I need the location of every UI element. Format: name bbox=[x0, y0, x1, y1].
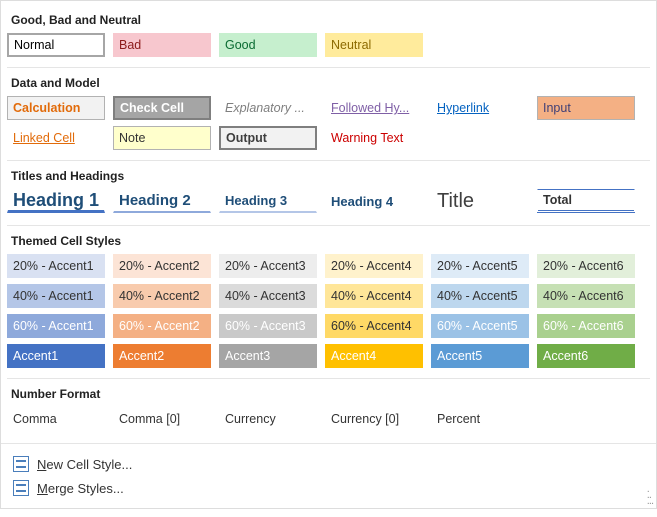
style-check-cell[interactable]: Check Cell bbox=[113, 96, 211, 120]
style-60-accent6[interactable]: 60% - Accent6 bbox=[537, 314, 635, 338]
style-comma-0[interactable]: Comma [0] bbox=[113, 407, 211, 431]
section-title-themed: Themed Cell Styles bbox=[7, 226, 650, 254]
row-themed-60: 60% - Accent1 60% - Accent2 60% - Accent… bbox=[7, 314, 650, 344]
style-accent4[interactable]: Accent4 bbox=[325, 344, 423, 368]
style-followed-hyperlink[interactable]: Followed Hy... bbox=[325, 96, 423, 120]
style-comma[interactable]: Comma bbox=[7, 407, 105, 431]
style-bad[interactable]: Bad bbox=[113, 33, 211, 57]
gallery-footer: New Cell Style... Merge Styles... bbox=[1, 443, 656, 508]
row-th: Heading 1 Heading 2 Heading 3 Heading 4 … bbox=[7, 189, 650, 221]
style-60-accent3[interactable]: 60% - Accent3 bbox=[219, 314, 317, 338]
style-percent[interactable]: Percent bbox=[431, 407, 529, 431]
style-calculation[interactable]: Calculation bbox=[7, 96, 105, 120]
style-note[interactable]: Note bbox=[113, 126, 211, 150]
section-title-dm: Data and Model bbox=[7, 68, 650, 96]
style-20-accent6[interactable]: 20% - Accent6 bbox=[537, 254, 635, 278]
style-output[interactable]: Output bbox=[219, 126, 317, 150]
style-good[interactable]: Good bbox=[219, 33, 317, 57]
style-accent6[interactable]: Accent6 bbox=[537, 344, 635, 368]
style-40-accent3[interactable]: 40% - Accent3 bbox=[219, 284, 317, 308]
style-currency[interactable]: Currency bbox=[219, 407, 317, 431]
row-gbn: Normal Bad Good Neutral bbox=[7, 33, 650, 63]
style-20-accent3[interactable]: 20% - Accent3 bbox=[219, 254, 317, 278]
style-accent2[interactable]: Accent2 bbox=[113, 344, 211, 368]
cell-styles-gallery: Good, Bad and Neutral Normal Bad Good Ne… bbox=[0, 0, 657, 509]
new-cell-style-button[interactable]: New Cell Style... bbox=[7, 452, 650, 476]
resize-grip[interactable]: .. .. . . bbox=[647, 486, 652, 504]
row-nf: Comma Comma [0] Currency Currency [0] Pe… bbox=[7, 407, 650, 437]
style-accent5[interactable]: Accent5 bbox=[431, 344, 529, 368]
style-neutral[interactable]: Neutral bbox=[325, 33, 423, 57]
style-40-accent2[interactable]: 40% - Accent2 bbox=[113, 284, 211, 308]
style-accent1[interactable]: Accent1 bbox=[7, 344, 105, 368]
new-cell-style-label: New Cell Style... bbox=[37, 457, 132, 472]
new-style-icon bbox=[13, 456, 29, 472]
merge-styles-icon bbox=[13, 480, 29, 496]
style-40-accent6[interactable]: 40% - Accent6 bbox=[537, 284, 635, 308]
section-title-nf: Number Format bbox=[7, 379, 650, 407]
section-title-gbn: Good, Bad and Neutral bbox=[7, 5, 650, 33]
style-normal[interactable]: Normal bbox=[7, 33, 105, 57]
style-linked-cell[interactable]: Linked Cell bbox=[7, 126, 105, 150]
style-20-accent4[interactable]: 20% - Accent4 bbox=[325, 254, 423, 278]
style-input[interactable]: Input bbox=[537, 96, 635, 120]
style-total[interactable]: Total bbox=[537, 189, 635, 213]
style-40-accent1[interactable]: 40% - Accent1 bbox=[7, 284, 105, 308]
row-themed-40: 40% - Accent1 40% - Accent2 40% - Accent… bbox=[7, 284, 650, 314]
style-hyperlink[interactable]: Hyperlink bbox=[431, 96, 529, 120]
style-60-accent4[interactable]: 60% - Accent4 bbox=[325, 314, 423, 338]
row-dm: Calculation Check Cell Explanatory ... F… bbox=[7, 96, 650, 156]
style-60-accent1[interactable]: 60% - Accent1 bbox=[7, 314, 105, 338]
style-heading-2[interactable]: Heading 2 bbox=[113, 189, 211, 213]
style-currency-0[interactable]: Currency [0] bbox=[325, 407, 423, 431]
section-title-th: Titles and Headings bbox=[7, 161, 650, 189]
style-warning-text[interactable]: Warning Text bbox=[325, 126, 423, 150]
style-60-accent5[interactable]: 60% - Accent5 bbox=[431, 314, 529, 338]
merge-styles-button[interactable]: Merge Styles... bbox=[7, 476, 650, 500]
row-themed-100: Accent1 Accent2 Accent3 Accent4 Accent5 … bbox=[7, 344, 650, 374]
merge-styles-label: Merge Styles... bbox=[37, 481, 124, 496]
style-20-accent2[interactable]: 20% - Accent2 bbox=[113, 254, 211, 278]
style-20-accent5[interactable]: 20% - Accent5 bbox=[431, 254, 529, 278]
style-explanatory[interactable]: Explanatory ... bbox=[219, 96, 317, 120]
row-themed-20: 20% - Accent1 20% - Accent2 20% - Accent… bbox=[7, 254, 650, 284]
style-heading-3[interactable]: Heading 3 bbox=[219, 189, 317, 213]
style-title[interactable]: Title bbox=[431, 189, 529, 213]
style-heading-1[interactable]: Heading 1 bbox=[7, 189, 105, 213]
style-accent3[interactable]: Accent3 bbox=[219, 344, 317, 368]
style-40-accent5[interactable]: 40% - Accent5 bbox=[431, 284, 529, 308]
style-heading-4[interactable]: Heading 4 bbox=[325, 189, 423, 213]
style-20-accent1[interactable]: 20% - Accent1 bbox=[7, 254, 105, 278]
style-60-accent2[interactable]: 60% - Accent2 bbox=[113, 314, 211, 338]
style-40-accent4[interactable]: 40% - Accent4 bbox=[325, 284, 423, 308]
